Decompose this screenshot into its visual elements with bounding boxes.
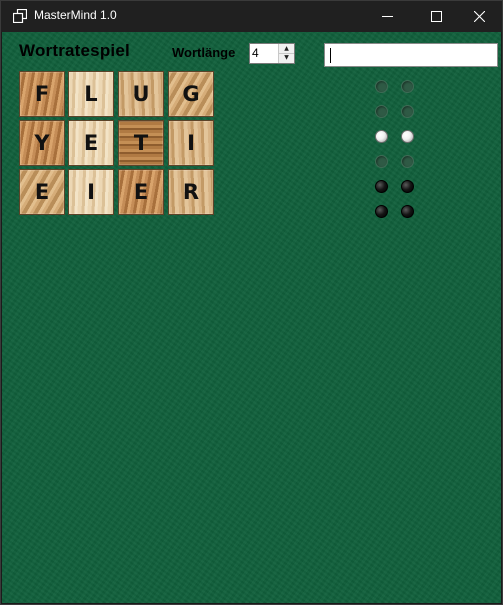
window-title: MasterMind 1.0 xyxy=(34,8,117,22)
feedback-peg-empty xyxy=(401,80,414,93)
maximize-button[interactable] xyxy=(413,1,459,32)
feedback-peg-black xyxy=(375,205,388,218)
chevron-up-icon: ▲ xyxy=(284,45,289,52)
title-bar[interactable]: MasterMind 1.0 xyxy=(1,1,502,32)
feedback-peg-empty xyxy=(401,105,414,118)
maximize-icon xyxy=(430,11,442,22)
minimize-icon xyxy=(381,16,393,17)
feedback-peg-empty xyxy=(375,105,388,118)
game-board: Wortratespiel Wortlänge 4 ▲ ▼ F L U G Y … xyxy=(2,32,501,603)
word-length-stepper[interactable]: 4 ▲ ▼ xyxy=(249,43,295,64)
feedback-peg-black xyxy=(401,205,414,218)
word-length-label: Wortlänge xyxy=(172,45,236,60)
word-length-value[interactable]: 4 xyxy=(252,46,259,60)
letter-tile: E xyxy=(118,169,164,215)
feedback-peg-empty xyxy=(401,155,414,168)
letter-tile: T xyxy=(118,120,164,166)
feedback-peg-empty xyxy=(375,80,388,93)
app-window: MasterMind 1.0 Wortratespiel Wortlänge 4… xyxy=(0,0,503,605)
letter-tile: I xyxy=(68,169,114,215)
letter-tile: E xyxy=(19,169,65,215)
feedback-peg-black xyxy=(401,180,414,193)
letter-tile: G xyxy=(168,71,214,117)
text-caret xyxy=(330,48,331,63)
letter-tile: L xyxy=(68,71,114,117)
letter-tile: F xyxy=(19,71,65,117)
feedback-peg-black xyxy=(375,180,388,193)
close-button[interactable] xyxy=(456,1,502,32)
letter-tile: Y xyxy=(19,120,65,166)
page-title: Wortratespiel xyxy=(19,41,130,60)
feedback-peg-white xyxy=(401,130,414,143)
chevron-down-icon: ▼ xyxy=(284,54,289,61)
letter-tile: E xyxy=(68,120,114,166)
minimize-button[interactable] xyxy=(364,1,410,32)
feedback-peg-empty xyxy=(375,155,388,168)
feedback-peg-white xyxy=(375,130,388,143)
letter-tile: U xyxy=(118,71,164,117)
letter-tile: I xyxy=(168,120,214,166)
letter-tile: R xyxy=(168,169,214,215)
close-icon xyxy=(473,11,485,22)
app-icon xyxy=(13,9,27,23)
guess-input[interactable] xyxy=(324,43,498,67)
stepper-arrows: ▲ ▼ xyxy=(278,44,294,63)
stepper-down-button[interactable]: ▼ xyxy=(279,53,294,62)
